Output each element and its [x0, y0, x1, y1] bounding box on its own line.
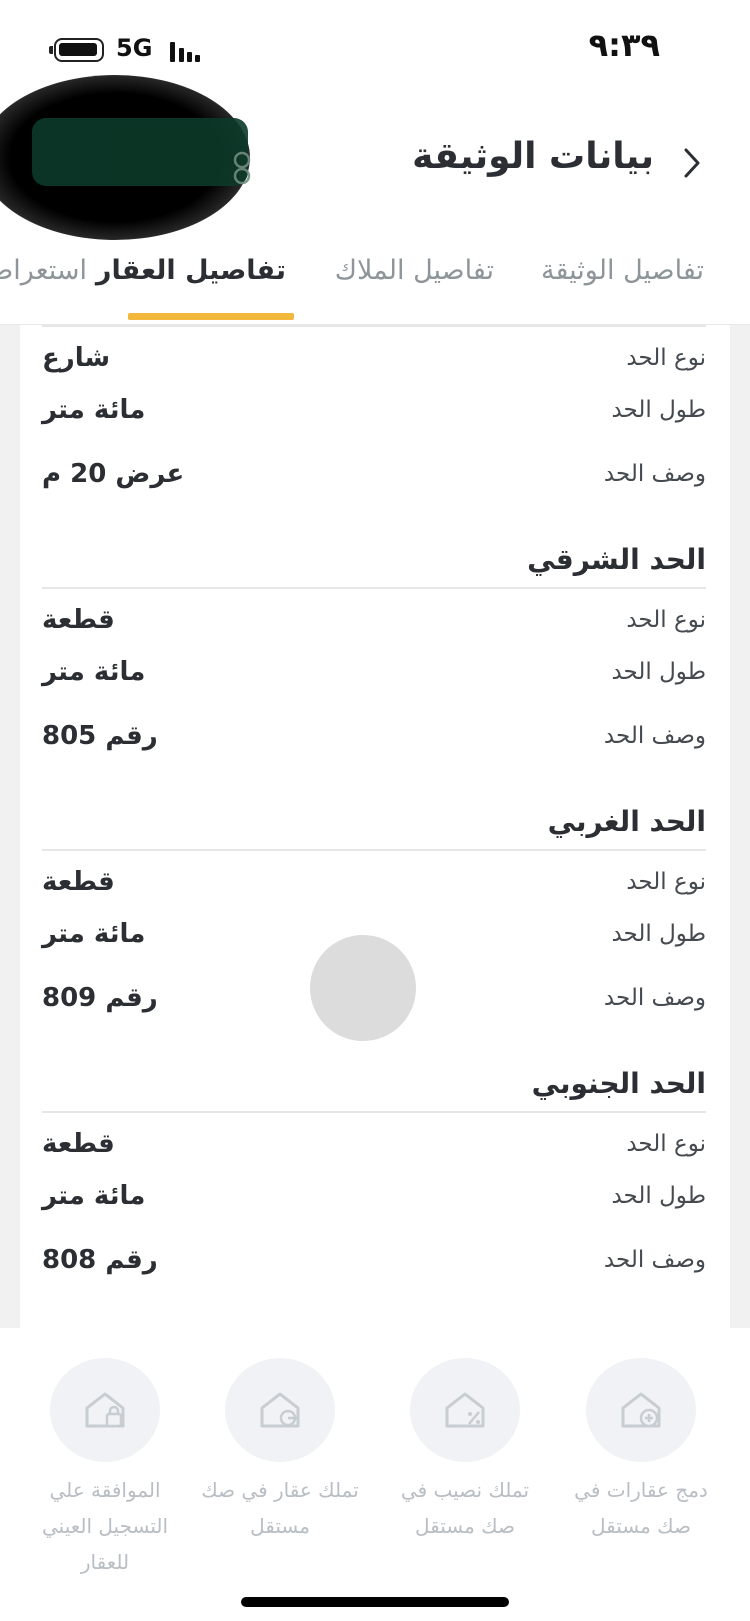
back-chevron-icon[interactable]: [676, 138, 708, 188]
boundary-length-value: مائة متر: [42, 1181, 146, 1211]
boundary-type-label: نوع الحد: [626, 607, 706, 633]
boundary-description-value: رقم 808: [42, 1245, 158, 1275]
tab-document-details[interactable]: تفاصيل الوثيقة: [541, 255, 704, 286]
status-time: ٩:٣٩: [588, 26, 660, 64]
action-own-share[interactable]: تملك نصيب في صك مستقل: [380, 1358, 550, 1544]
boundary-length-label: طول الحد: [611, 921, 706, 947]
active-tab-indicator: [128, 313, 294, 320]
boundary-description-value: عرض 20 م: [42, 459, 185, 489]
action-label: تملك عقار في صك مستقل: [201, 1478, 359, 1538]
section-title-south: الحد الجنوبي: [531, 1067, 706, 1100]
home-plus-icon: [621, 1392, 661, 1428]
home-lock-icon: [85, 1392, 125, 1428]
network-type: 5G: [116, 34, 153, 62]
tab-property-details[interactable]: تفاصيل العقار: [96, 255, 286, 286]
user-pill[interactable]: [32, 118, 251, 186]
section-divider: [42, 587, 706, 589]
boundary-type-value: قطعة: [42, 605, 115, 635]
page-title: بيانات الوثيقة: [412, 136, 654, 177]
boundary-description-label: وصف الحد: [603, 461, 706, 487]
section-divider: [42, 325, 706, 327]
battery-icon: [49, 38, 104, 62]
boundary-type-label: نوع الحد: [626, 345, 706, 371]
touch-indicator: [310, 935, 416, 1041]
boundary-length-value: مائة متر: [42, 919, 146, 949]
home-percent-icon: [445, 1392, 485, 1428]
user-icon: [233, 151, 251, 185]
action-label: الموافقة علي التسجيل العيني للعقار: [41, 1478, 168, 1574]
boundary-type-value: قطعة: [42, 867, 115, 897]
home-indicator[interactable]: [241, 1597, 509, 1607]
section-divider: [42, 1111, 706, 1113]
action-merge-properties[interactable]: دمج عقارات في صك مستقل: [556, 1358, 726, 1544]
boundary-type-value: شارع: [42, 343, 111, 373]
header: بيانات الوثيقة: [0, 75, 750, 240]
boundary-description-value: رقم 809: [42, 983, 158, 1013]
boundary-type-value: قطعة: [42, 1129, 115, 1159]
section-divider: [42, 849, 706, 851]
action-bar: دمج عقارات في صك مستقل تملك نصيب في صك م…: [0, 1328, 750, 1621]
action-approve-registration[interactable]: الموافقة علي التسجيل العيني للعقار: [20, 1358, 190, 1580]
tab-bar: تفاصيل الوثيقة تفاصيل الملاك تفاصيل العق…: [0, 225, 750, 325]
home-key-icon: [260, 1392, 300, 1428]
section-title-west: الحد الغربي: [547, 805, 706, 838]
boundary-length-label: طول الحد: [611, 659, 706, 685]
boundary-type-label: نوع الحد: [626, 1131, 706, 1157]
action-label: دمج عقارات في صك مستقل: [574, 1478, 708, 1538]
action-label: تملك نصيب في صك مستقل: [400, 1478, 530, 1538]
boundary-length-label: طول الحد: [611, 1183, 706, 1209]
signal-icon: [170, 38, 204, 62]
boundary-description-value: رقم 805: [42, 721, 158, 751]
boundary-length-label: طول الحد: [611, 397, 706, 423]
tab-browse[interactable]: استعراض: [0, 255, 87, 286]
boundary-description-label: وصف الحد: [603, 1247, 706, 1273]
boundary-description-label: وصف الحد: [603, 985, 706, 1011]
action-own-property[interactable]: تملك عقار في صك مستقل: [195, 1358, 365, 1544]
boundaries-card: نوع الحد شارع طول الحد مائة متر وصف الحد…: [20, 325, 730, 1328]
boundary-length-value: مائة متر: [42, 657, 146, 687]
boundary-length-value: مائة متر: [42, 395, 146, 425]
section-title-east: الحد الشرقي: [527, 543, 706, 576]
tab-owners-details[interactable]: تفاصيل الملاك: [335, 255, 494, 286]
boundary-description-label: وصف الحد: [603, 723, 706, 749]
boundary-type-label: نوع الحد: [626, 869, 706, 895]
